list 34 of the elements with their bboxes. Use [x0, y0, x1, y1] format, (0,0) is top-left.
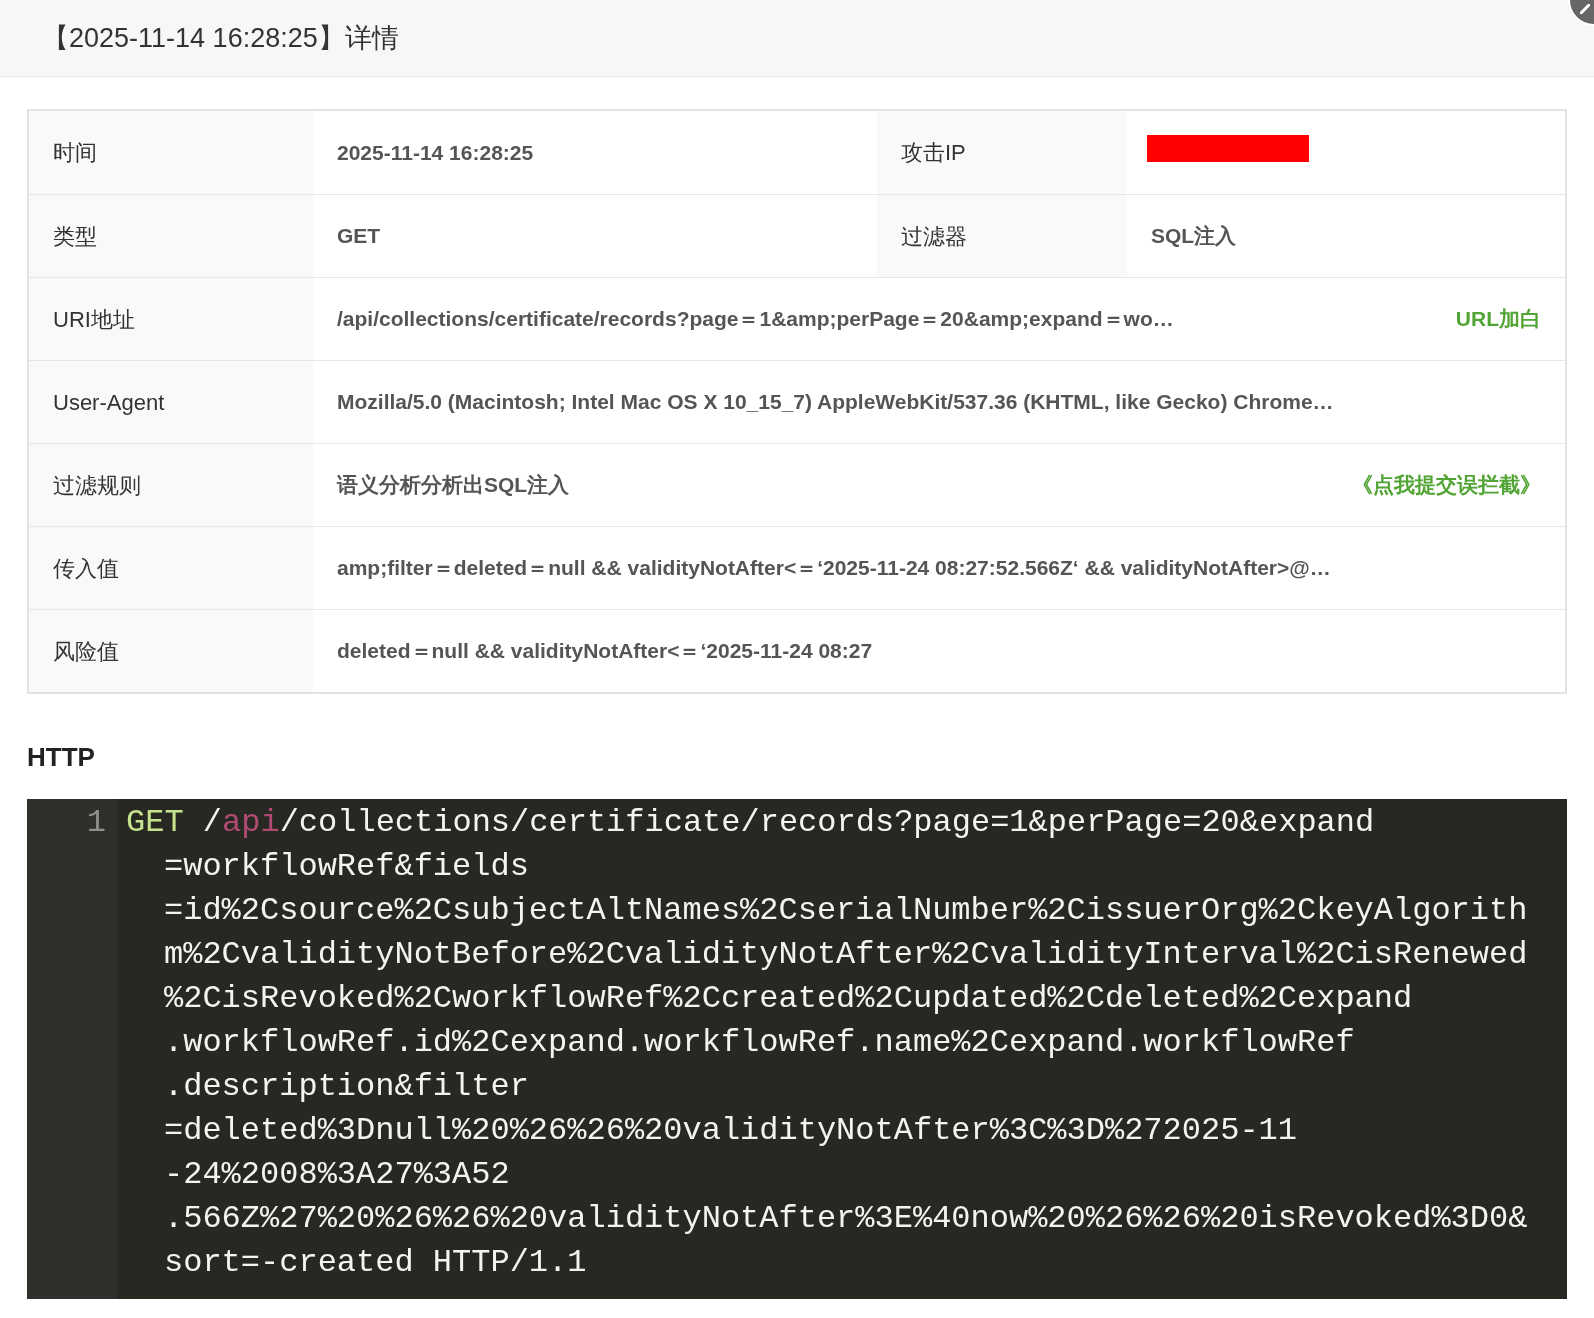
field-label: 过滤器 — [901, 222, 967, 251]
code-line: GET /api/collections/certificate/records?page=1&perPage=20&expand — [126, 803, 1375, 843]
code-line: .566Z%27%20%26%26%20validityNotAfter%3E%40now%20%26%26%20isRevoked%3D0& — [163, 1199, 1528, 1239]
field-value: SQL注入 — [1151, 223, 1237, 250]
code-line: .workflowRef.id%2Cexpand.workflowRef.name%2Cexpand.workflowRef — [163, 1023, 1355, 1063]
code-line: =deleted%3Dnull%20%26%26%20validityNotAfter%3C%3D%272025-11 — [163, 1111, 1297, 1151]
field-value: deleted＝null && validityNotAfter<＝‘2025-11-24 08:27 — [337, 638, 873, 665]
field-label: 攻击IP — [901, 139, 966, 167]
dialog-title: 【2025-11-14 16:28:25】详情 — [42, 21, 399, 55]
field-label: 过滤规则 — [53, 471, 141, 500]
code-line: sort=-created HTTP/1.1 — [163, 1243, 587, 1283]
field-label: URI地址 — [53, 305, 135, 334]
field-value: GET — [337, 223, 381, 250]
field-label: 风险值 — [53, 637, 119, 666]
field-label: 时间 — [53, 139, 97, 167]
field-value: amp;filter＝deleted＝null && validityNotAfter<＝‘2025-11-24 08:27:52.566Z‘ && validityNotAfter>@… — [337, 555, 1331, 582]
field-label: User-Agent — [53, 388, 165, 417]
code-line: =workflowRef&fields — [163, 847, 529, 887]
field-value: 2025-11-14 16:28:25 — [337, 139, 534, 166]
code-line: m%2CvalidityNotBefore%2CvalidityNotAfter%2CvalidityInterval%2CisRenewed — [163, 935, 1528, 975]
code-line: =id%2Csource%2CsubjectAltNames%2CserialNumber%2CissuerOrg%2CkeyAlgorith — [163, 891, 1528, 931]
section-heading: HTTP — [27, 741, 95, 774]
close-icon — [1580, 4, 1590, 14]
field-value: /api/collections/certificate/records?page＝1&amp;perPage＝20&amp;expand＝wo… — [337, 306, 1174, 333]
action-link[interactable]: 《点我提交误拦截》 — [1352, 469, 1541, 501]
field-value: 语义分析分析出SQL注入 — [337, 472, 570, 499]
field-label: 传入值 — [53, 554, 119, 583]
code-line: -24%2008%3A27%3A52 — [163, 1155, 510, 1195]
field-value: Mozilla/5.0 (Macintosh; Intel Mac OS X 10_15_7) AppleWebKit/537.36 (KHTML, like Gecko) Chrome… — [337, 389, 1334, 416]
action-link[interactable]: URL加白 — [1455, 303, 1541, 335]
line-number: 1 — [86, 803, 106, 843]
code-line: %2CisRevoked%2CworkflowRef%2Ccreated%2Cupdated%2Cdeleted%2Cexpand — [163, 979, 1413, 1019]
code-line: .description&filter — [163, 1067, 529, 1107]
field-label: 类型 — [53, 222, 97, 251]
